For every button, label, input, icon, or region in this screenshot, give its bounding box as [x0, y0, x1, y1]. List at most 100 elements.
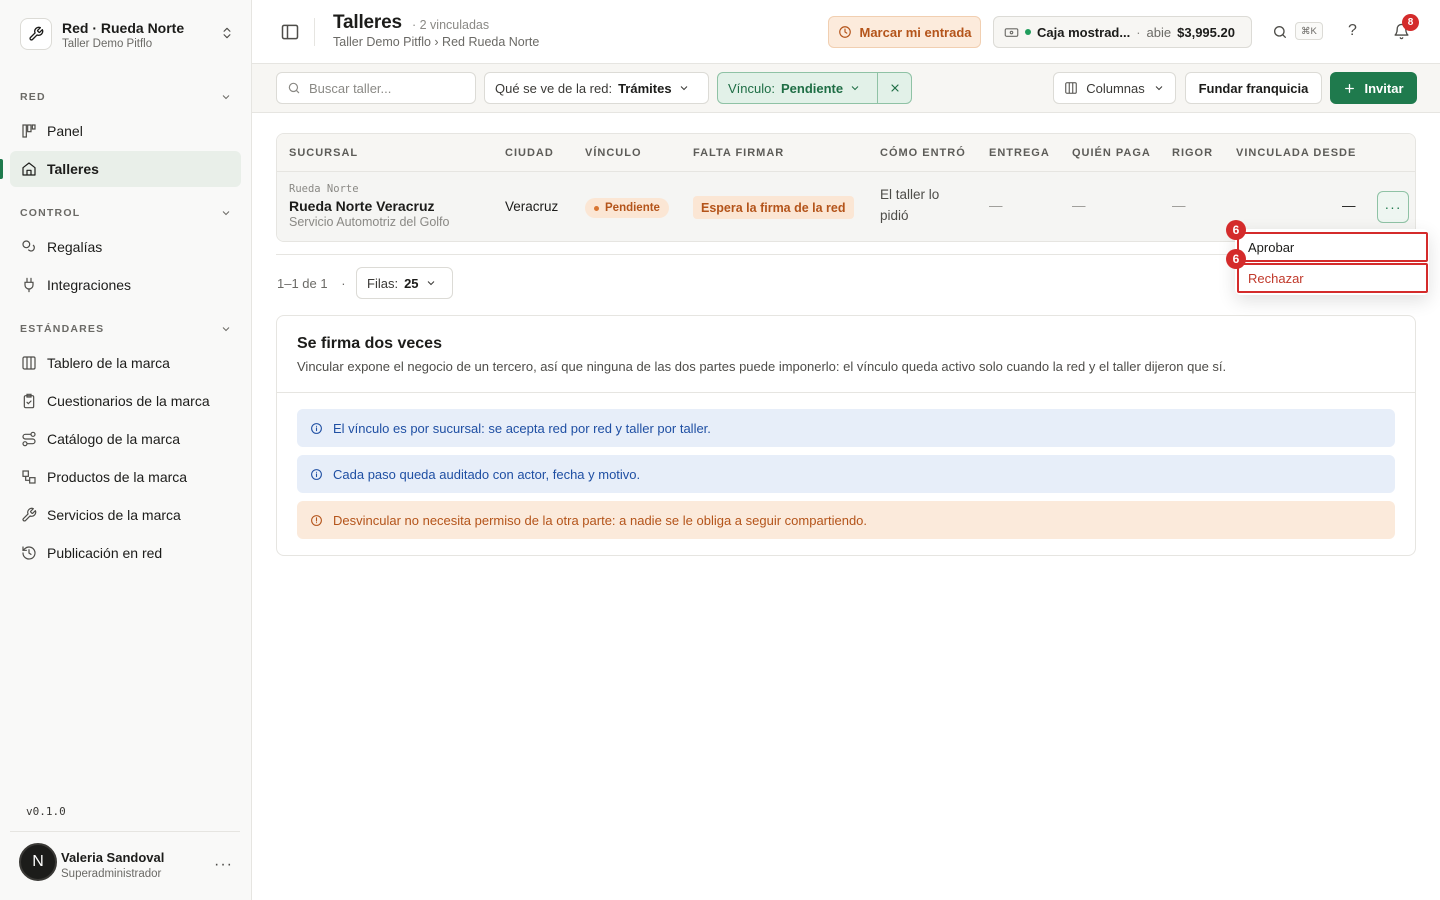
coins-icon — [20, 239, 37, 256]
column-header[interactable]: RIGOR — [1172, 147, 1213, 159]
entry-method-line-1: El taller lo — [880, 187, 940, 202]
chevrons-up-down-icon — [220, 26, 234, 40]
plug-icon — [20, 277, 37, 294]
avatar[interactable]: N — [19, 843, 57, 881]
sidebar-item-catalogo[interactable]: Catálogo de la marca — [10, 421, 241, 457]
sidebar-item-publicacion[interactable]: Publicación en red — [10, 535, 241, 571]
info-card: Se firma dos veces Vincular expone el ne… — [276, 315, 1416, 556]
rows-per-page-select[interactable]: Filas: 25 — [356, 267, 453, 299]
alert-text: Desvincular no necesita permiso de la ot… — [333, 512, 868, 528]
sidebar-item-servicios[interactable]: Servicios de la marca — [10, 497, 241, 533]
column-header[interactable]: CIUDAD — [505, 147, 554, 159]
sidebar-item-label: Servicios de la marca — [47, 507, 181, 523]
found-franchise-button[interactable]: Fundar franquicia — [1185, 72, 1322, 104]
wrench-icon — [20, 507, 37, 524]
sidebar-item-label: Talleres — [47, 161, 99, 177]
divider — [314, 18, 315, 46]
info-alert: Cada paso queda auditado con actor, fech… — [297, 455, 1395, 493]
column-header[interactable]: SUCURSAL — [289, 147, 358, 159]
active-indicator — [0, 159, 3, 179]
clipboard-icon — [20, 393, 37, 410]
sidebar: Red · Rueda Norte Taller Demo Pitflo RED… — [0, 0, 252, 900]
sidebar-item-label: Tablero de la marca — [47, 355, 170, 371]
sidebar-item-label: Productos de la marca — [47, 469, 188, 485]
section-estandares[interactable]: ESTÁNDARES — [20, 321, 232, 337]
network-view-select[interactable]: Qué se ve de la red: Trámites — [484, 72, 709, 104]
column-header[interactable]: VÍNCULO — [585, 147, 642, 159]
sidebar-item-productos[interactable]: Productos de la marca — [10, 459, 241, 495]
sidebar-item-label: Catálogo de la marca — [47, 431, 181, 447]
app-version: v0.1.0 — [26, 805, 66, 818]
register-state: abie — [1146, 24, 1172, 40]
info-icon — [311, 422, 322, 434]
clock-in-label: Marcar mi entrada — [859, 24, 972, 40]
close-icon — [890, 84, 899, 92]
org-switcher[interactable]: Red · Rueda Norte Taller Demo Pitflo — [20, 16, 240, 56]
payer-cell: — — [1072, 198, 1086, 213]
entry-method-line-2: pidió — [880, 208, 909, 223]
reject-menu-item[interactable]: Rechazar — [1237, 263, 1428, 293]
network-label: Rueda Norte — [289, 183, 359, 195]
sidebar-item-integraciones[interactable]: Integraciones — [10, 267, 241, 303]
clock-in-button[interactable]: Marcar mi entrada — [828, 16, 981, 48]
banknote-icon — [1004, 27, 1019, 37]
section-control[interactable]: CONTROL — [20, 205, 232, 221]
sidebar-item-panel[interactable]: Panel — [10, 113, 241, 149]
alert-text: Cada paso queda auditado con actor, fech… — [333, 466, 641, 482]
column-header[interactable]: FALTA FIRMAR — [693, 147, 784, 159]
org-name: Red · Rueda Norte — [62, 20, 185, 36]
row-actions-button[interactable]: ··· — [1377, 191, 1409, 223]
sidebar-item-talleres[interactable]: Talleres — [10, 151, 241, 187]
pagination-range-text: 1–1 de 1 — [277, 276, 328, 291]
columns-icon — [20, 355, 37, 372]
home-icon — [20, 161, 37, 178]
sidebar-item-regalias[interactable]: Regalías — [10, 229, 241, 265]
breadcrumb[interactable]: Taller Demo Pitflo › Red Rueda Norte — [333, 35, 539, 49]
search-icon[interactable] — [1272, 24, 1288, 40]
sidebar-item-cuestionarios[interactable]: Cuestionarios de la marca — [10, 383, 241, 419]
column-header[interactable]: CÓMO ENTRÓ — [880, 147, 966, 159]
columns-label: Columnas — [1086, 80, 1145, 96]
sidebar-item-label: Panel — [47, 123, 83, 139]
user-role: Superadministrador — [61, 868, 162, 880]
help-icon[interactable]: ? — [1348, 22, 1357, 40]
register-name: Caja mostrad... — [1037, 24, 1131, 40]
page-title: Talleres — [333, 12, 402, 33]
chevron-down-icon — [222, 327, 230, 332]
history-icon — [20, 545, 37, 562]
more-icon[interactable]: ··· — [214, 856, 233, 874]
rigor-cell: — — [1172, 198, 1186, 213]
chevron-down-icon — [222, 211, 230, 216]
section-red[interactable]: RED — [20, 89, 232, 105]
status-dot — [594, 205, 599, 211]
divider — [277, 392, 1415, 393]
sidebar-item-label: Integraciones — [47, 277, 132, 293]
columns-button[interactable]: Columnas — [1053, 72, 1176, 104]
step-badge: 6 — [1226, 220, 1246, 240]
plus-icon — [1345, 83, 1355, 93]
invite-button[interactable]: Invitar — [1330, 72, 1417, 104]
vinculo-filter-select[interactable]: Vínculo: Pendiente — [718, 73, 879, 103]
search-input[interactable] — [309, 80, 469, 96]
city-cell: Veracruz — [505, 199, 559, 214]
cash-register-selector[interactable]: Caja mostrad... · abie $3,995.20 — [993, 16, 1252, 48]
chevron-down-icon — [680, 86, 687, 91]
business-name: Servicio Automotriz del Golfo — [289, 215, 450, 229]
sidebar-item-label: Cuestionarios de la marca — [47, 393, 210, 409]
sidebar-item-tablero[interactable]: Tablero de la marca — [10, 345, 241, 381]
chevron-down-icon — [851, 86, 859, 91]
sidebar-item-label: Publicación en red — [47, 545, 163, 561]
search-box[interactable] — [276, 72, 476, 104]
approve-menu-item[interactable]: Aprobar — [1237, 232, 1428, 262]
column-header[interactable]: VINCULADA DESDE — [1236, 147, 1356, 159]
step-badge: 6 — [1226, 249, 1246, 269]
branch-name[interactable]: Rueda Norte Veracruz — [289, 198, 435, 214]
clear-filter-button[interactable] — [878, 82, 911, 94]
divider — [10, 831, 240, 832]
sidebar-toggle-icon[interactable] — [280, 22, 300, 42]
column-header[interactable]: QUIÉN PAGA — [1072, 147, 1151, 159]
rows-label: Filas: — [367, 275, 399, 291]
column-header[interactable]: ENTREGA — [989, 147, 1050, 159]
separator: · — [341, 276, 346, 291]
warning-alert: Desvincular no necesita permiso de la ot… — [297, 501, 1395, 539]
